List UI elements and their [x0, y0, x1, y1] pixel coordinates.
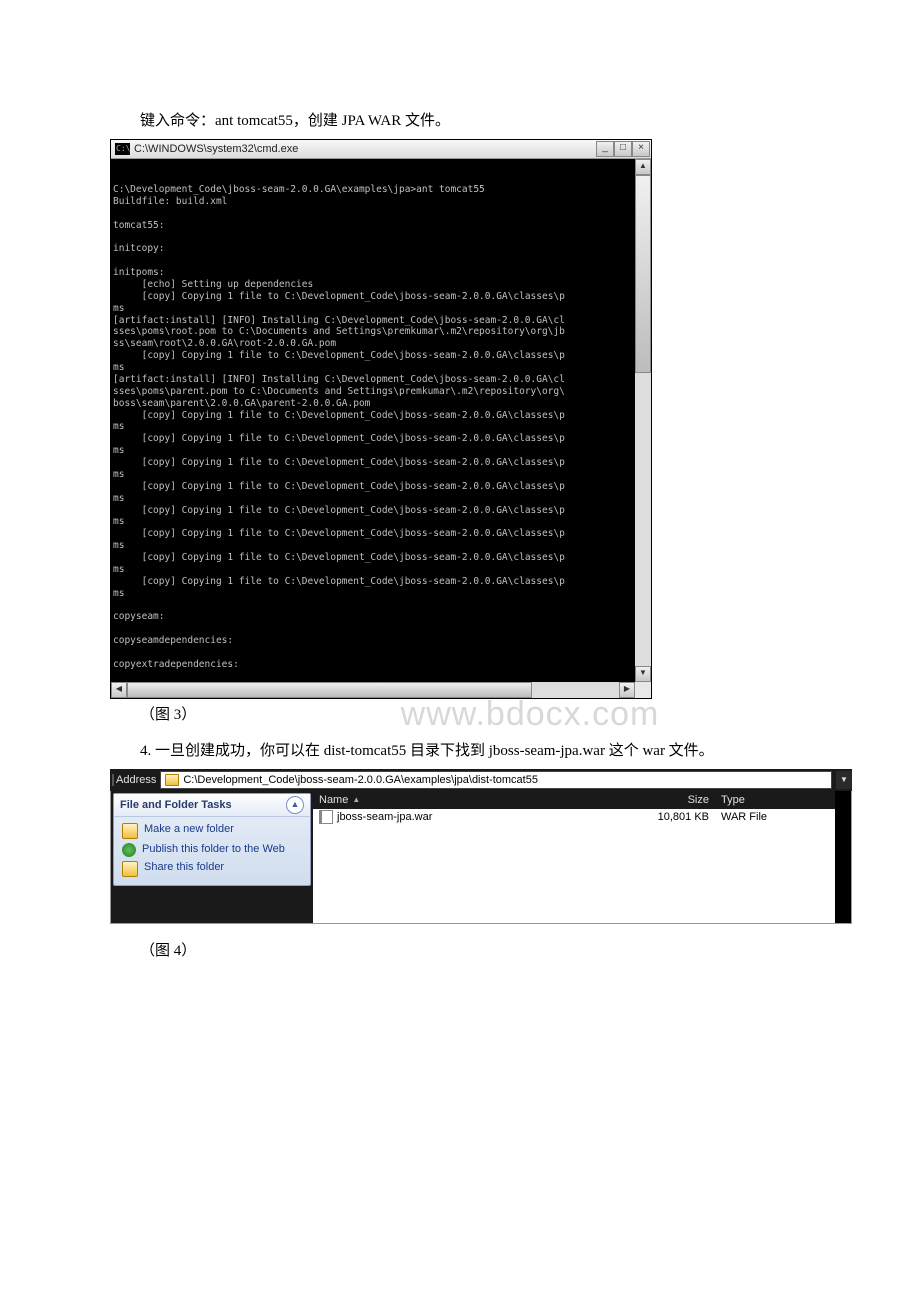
explorer-column-header[interactable]: Name ▲ Size Type	[313, 791, 835, 809]
figure-4-caption: （图 4）	[110, 940, 810, 963]
explorer-scroll-gutter	[835, 791, 851, 923]
task-share-folder[interactable]: Share this folder	[122, 859, 302, 879]
cmd-output: C:\Development_Code\jboss-seam-2.0.0.GA\…	[111, 168, 635, 672]
address-label: Address	[112, 774, 156, 786]
column-size-label[interactable]: Size	[589, 794, 717, 806]
collapse-icon[interactable]: ▲	[286, 796, 304, 814]
figure-3-caption: （图 3）	[110, 704, 810, 727]
cmd-icon: C:\	[115, 143, 130, 155]
war-file-icon	[319, 810, 333, 824]
cmd-vertical-scrollbar[interactable]: ▲ ▼	[635, 159, 651, 682]
explorer-file-pane: Name ▲ Size Type jboss-seam-jpa.war 10,8…	[313, 791, 835, 923]
address-input[interactable]: C:\Development_Code\jboss-seam-2.0.0.GA\…	[160, 771, 832, 789]
explorer-window: Address C:\Development_Code\jboss-seam-2…	[110, 769, 852, 924]
share-icon	[122, 861, 138, 877]
cmd-title: C:\WINDOWS\system32\cmd.exe	[134, 143, 596, 155]
cmd-window: C:\ C:\WINDOWS\system32\cmd.exe _ □ × C:…	[110, 139, 652, 699]
scroll-up-arrow[interactable]: ▲	[635, 159, 651, 175]
task-new-folder[interactable]: Make a new folder	[122, 821, 302, 841]
column-name-label[interactable]: Name	[319, 794, 348, 806]
tasks-panel: File and Folder Tasks ▲ Make a new folde…	[113, 793, 311, 886]
tasks-panel-header[interactable]: File and Folder Tasks ▲	[114, 794, 310, 817]
new-folder-icon	[122, 823, 138, 839]
column-type-label[interactable]: Type	[717, 794, 835, 806]
address-dropdown-button[interactable]: ▼	[836, 771, 852, 789]
task-label: Share this folder	[144, 861, 224, 874]
close-button[interactable]: ×	[632, 141, 650, 157]
address-path: C:\Development_Code\jboss-seam-2.0.0.GA\…	[183, 774, 538, 786]
cmd-titlebar[interactable]: C:\ C:\WINDOWS\system32\cmd.exe _ □ ×	[111, 140, 651, 159]
intro-paragraph: 键入命令：ant tomcat55，创建 JPA WAR 文件。	[110, 110, 810, 133]
explorer-sidebar: File and Folder Tasks ▲ Make a new folde…	[111, 791, 313, 923]
sort-asc-icon: ▲	[352, 795, 360, 804]
task-label: Make a new folder	[144, 823, 234, 836]
tasks-panel-title: File and Folder Tasks	[120, 799, 232, 811]
scroll-left-arrow[interactable]: ◀	[111, 682, 127, 698]
task-publish-folder[interactable]: Publish this folder to the Web	[122, 841, 302, 859]
step-4-paragraph: 4. 一旦创建成功，你可以在 dist-tomcat55 目录下找到 jboss…	[110, 740, 810, 763]
minimize-button[interactable]: _	[596, 141, 614, 157]
file-row[interactable]: jboss-seam-jpa.war 10,801 KB WAR File	[313, 809, 835, 825]
file-type: WAR File	[717, 811, 835, 823]
scroll-down-arrow[interactable]: ▼	[635, 666, 651, 682]
maximize-button[interactable]: □	[614, 141, 632, 157]
explorer-address-bar: Address C:\Development_Code\jboss-seam-2…	[110, 769, 852, 791]
folder-icon	[165, 774, 179, 786]
publish-icon	[122, 843, 136, 857]
scroll-thumb-vertical[interactable]	[635, 175, 651, 373]
file-name: jboss-seam-jpa.war	[337, 811, 432, 823]
file-size: 10,801 KB	[589, 811, 717, 823]
task-label: Publish this folder to the Web	[142, 843, 285, 856]
